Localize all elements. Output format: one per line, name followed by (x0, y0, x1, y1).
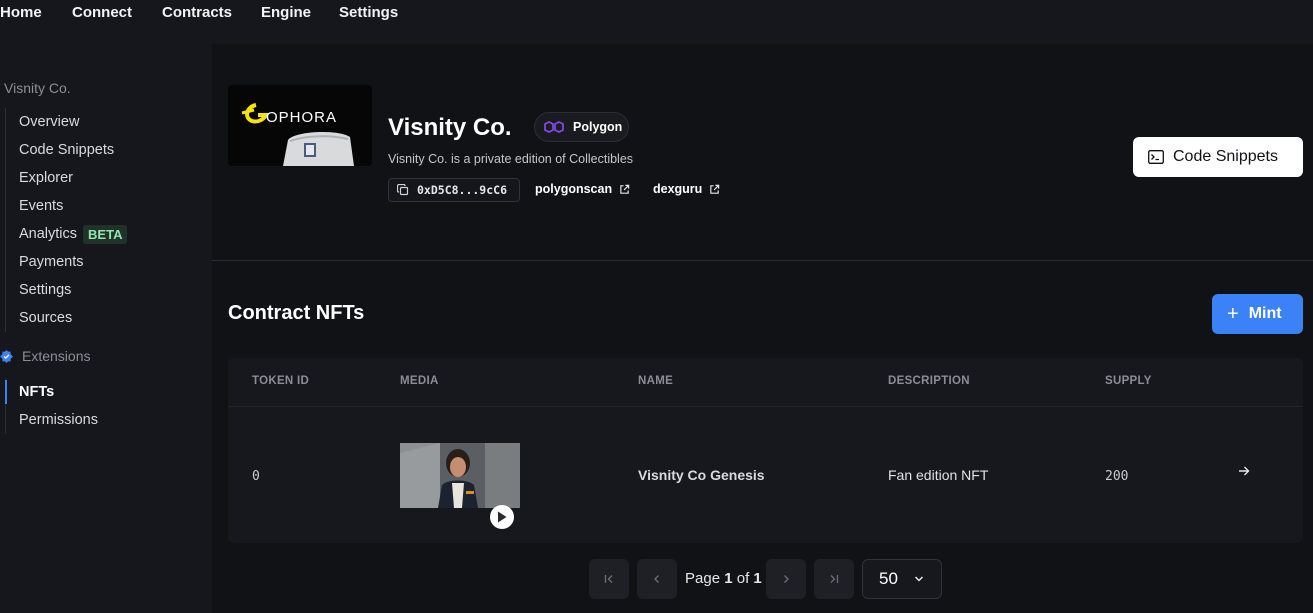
column-header-name: NAME (638, 375, 674, 387)
sidebar-item-label: Settings (19, 282, 72, 298)
nfts-section-title: Contract NFTs (228, 302, 365, 324)
nav-connect[interactable]: Connect (72, 4, 132, 21)
contract-description: Visnity Co. is a private edition of Coll… (388, 152, 634, 166)
code-snippets-label: Code Snippets (1173, 148, 1278, 165)
sidebar-item-permissions[interactable]: Permissions (6, 406, 205, 434)
nav-settings[interactable]: Settings (339, 4, 398, 21)
sidebar-item-explorer[interactable]: Explorer (6, 164, 205, 192)
sidebar-extensions-group: NFTs Permissions (5, 378, 205, 434)
contract-name: Visnity Co. (388, 114, 512, 141)
column-header-supply: SUPPLY (1105, 375, 1152, 387)
terminal-icon (1148, 150, 1164, 164)
sidebar-item-label: Overview (19, 114, 80, 130)
extensions-header: Extensions (0, 348, 90, 364)
previous-page-button[interactable] (637, 559, 677, 599)
chevron-left-icon (654, 575, 659, 583)
polygon-icon (544, 120, 564, 134)
chevron-down-icon (914, 576, 923, 582)
contract-header: OPHORA Visnity Co. Polygon Visnity Co. i… (212, 44, 1313, 261)
nav-engine[interactable]: Engine (261, 4, 311, 21)
pagination: Page 1 of 1 50 (589, 559, 949, 599)
ophora-logo: OPHORA (228, 85, 372, 166)
column-header-description: DESCRIPTION (888, 375, 970, 387)
sidebar-item-label: Sources (19, 310, 73, 326)
top-navigation: Home Connect Contracts Engine Settings (0, 0, 1313, 44)
sidebar-nav-group: Overview Code Snippets Explorer Events A… (5, 108, 205, 332)
plus-icon: + (1227, 303, 1239, 325)
nft-media-thumbnail (400, 443, 520, 508)
column-header-media: MEDIA (400, 375, 439, 387)
sidebar-item-events[interactable]: Events (6, 192, 205, 220)
supply-cell: 200 (1105, 469, 1129, 484)
current-page: 1 (724, 570, 733, 587)
column-header-token-id: TOKEN ID (252, 375, 310, 387)
sidebar-item-label: Explorer (19, 170, 73, 186)
chain-badge: Polygon (534, 112, 629, 142)
page-indicator: Page 1 of 1 (685, 570, 762, 587)
sidebar-item-payments[interactable]: Payments (6, 248, 205, 276)
last-page-button[interactable] (814, 559, 854, 599)
arrow-right-icon[interactable] (1238, 465, 1250, 477)
sidebar-item-nfts[interactable]: NFTs (5, 378, 205, 406)
sidebar-item-label: Events (19, 198, 64, 214)
first-page-button[interactable] (589, 559, 629, 599)
table-row[interactable]: 0 Visnity Co Genesis Fan edition NFT 200 (228, 407, 1303, 543)
sidebar-item-label: Permissions (19, 412, 98, 428)
chevron-right-icon (784, 575, 789, 583)
last-page-icon (830, 575, 839, 583)
dexguru-link[interactable]: dexguru (653, 182, 720, 196)
sidebar-item-sources[interactable]: Sources (6, 304, 205, 332)
sidebar: Visnity Co. Overview Code Snippets Explo… (0, 44, 212, 613)
sidebar-item-code-snippets[interactable]: Code Snippets (6, 136, 205, 164)
external-link-icon (710, 184, 720, 194)
nft-image (400, 443, 520, 508)
nav-home[interactable]: Home (0, 4, 42, 21)
main-content: OPHORA Visnity Co. Polygon Visnity Co. i… (212, 44, 1313, 613)
page-size-select[interactable]: 50 (862, 559, 942, 599)
page-prefix: Page (685, 570, 721, 587)
sidebar-item-label: Code Snippets (19, 142, 115, 158)
contract-address: 0xD5C8...9cC6 (417, 183, 508, 197)
verified-check-icon (0, 349, 13, 363)
code-snippets-button[interactable]: Code Snippets (1133, 137, 1303, 177)
logo-text: OPHORA (266, 109, 337, 126)
total-pages: 1 (753, 570, 762, 587)
next-page-button[interactable] (766, 559, 806, 599)
nfts-table: TOKEN ID MEDIA NAME DESCRIPTION SUPPLY 0 (228, 358, 1303, 543)
chain-name: Polygon (573, 120, 623, 134)
mint-button[interactable]: + Mint (1212, 294, 1303, 334)
play-button[interactable] (490, 505, 514, 529)
description-cell: Fan edition NFT (888, 467, 989, 483)
sidebar-item-label: NFTs (19, 384, 55, 400)
sidebar-item-overview[interactable]: Overview (6, 108, 205, 136)
dexguru-label: dexguru (653, 182, 703, 196)
sidebar-item-label: Payments (19, 254, 84, 270)
name-cell: Visnity Co Genesis (638, 467, 765, 483)
sidebar-item-analytics[interactable]: Analytics BETA (6, 220, 205, 248)
token-id-cell: 0 (252, 469, 260, 484)
sidebar-item-settings[interactable]: Settings (6, 276, 205, 304)
table-header: TOKEN ID MEDIA NAME DESCRIPTION SUPPLY (228, 358, 1303, 407)
polygonscan-link[interactable]: polygonscan (535, 182, 630, 196)
copy-address-button[interactable]: 0xD5C8...9cC6 (388, 178, 520, 202)
page-size-value: 50 (879, 569, 898, 588)
extensions-label: Extensions (22, 348, 91, 364)
play-icon (498, 511, 507, 523)
beta-badge: BETA (83, 224, 128, 244)
nav-contracts[interactable]: Contracts (162, 4, 232, 21)
mint-label: Mint (1248, 305, 1282, 322)
sidebar-item-label: Analytics (19, 226, 78, 242)
first-page-icon (604, 575, 613, 583)
polygonscan-label: polygonscan (535, 182, 613, 196)
page-of: of (736, 570, 750, 587)
copy-icon (397, 184, 409, 196)
external-link-icon (620, 184, 630, 194)
contract-image: OPHORA (228, 85, 372, 166)
sidebar-contract-title: Visnity Co. (4, 80, 71, 96)
